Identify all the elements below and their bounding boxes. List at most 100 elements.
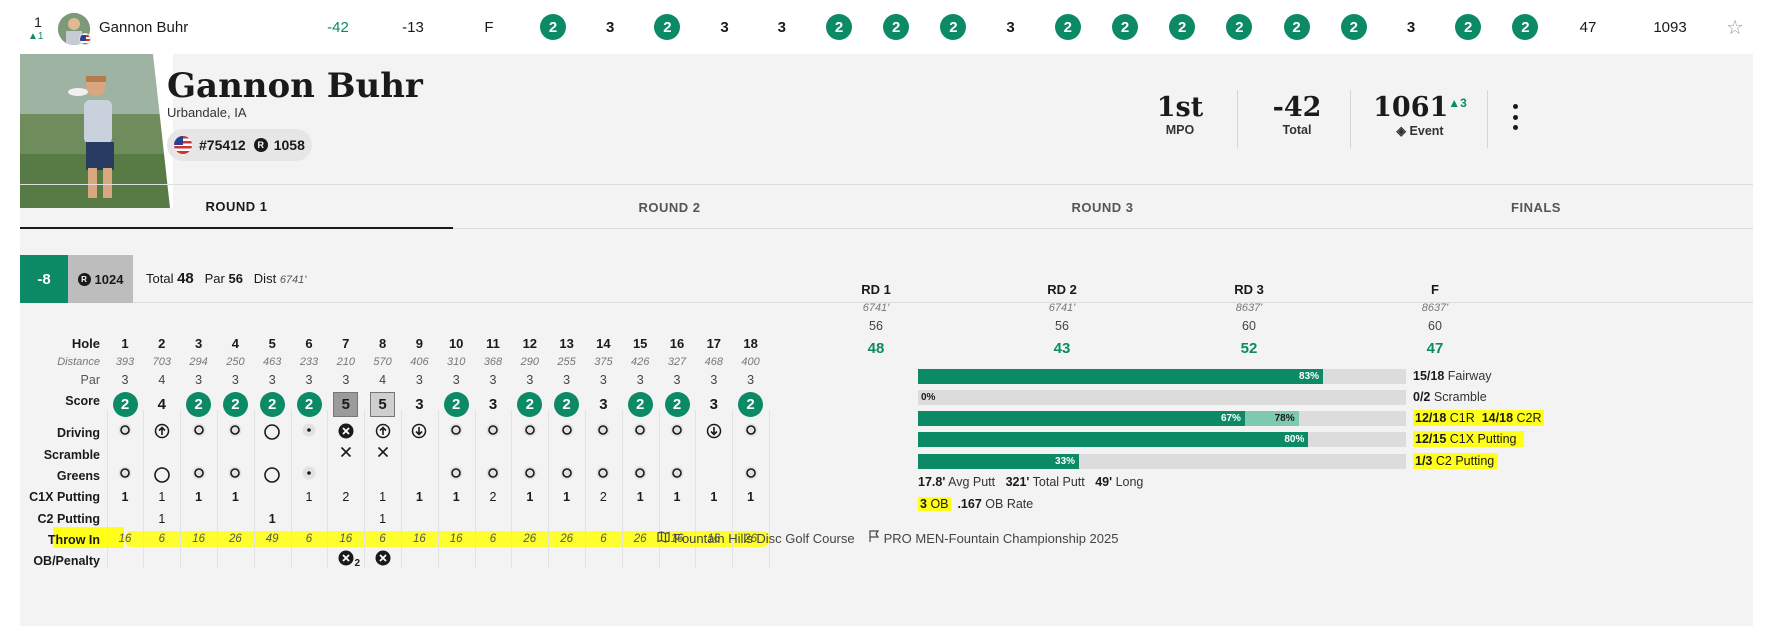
target-icon: [552, 466, 582, 483]
round-tabs: ROUND 1 ROUND 2 ROUND 3 FINALS: [20, 184, 1753, 229]
hole-distance: 310: [447, 356, 466, 368]
hole-score: 3: [709, 396, 718, 413]
throw-in-distance: 16: [449, 533, 463, 545]
top-hole-score: 2: [1110, 0, 1140, 54]
round-col-label: F: [1431, 282, 1439, 297]
rating-icon: R: [253, 138, 268, 152]
hole-score: 2: [625, 392, 655, 417]
fairway-bar: 83%: [918, 369, 1406, 384]
hole-distance: 327: [667, 356, 687, 368]
hole-score: 3: [599, 396, 608, 413]
hole-score: 3: [415, 396, 424, 413]
dot-icon: [294, 466, 324, 483]
label-ob-penalty: OB/Penalty: [33, 554, 100, 568]
label-scramble: Scramble: [43, 448, 100, 462]
hole-score: 2: [220, 392, 250, 417]
label-c2-putting: C2 Putting: [37, 512, 101, 526]
target-icon: [478, 423, 508, 443]
top-hole-score: 2: [1053, 0, 1083, 54]
top-hole-score: 2: [1510, 0, 1540, 54]
leaderboard-row[interactable]: 1 ▲1 Gannon Buhr -42 -13 F 2323322232222…: [0, 0, 1770, 54]
top-hole-score: 2: [1167, 0, 1197, 54]
throw-in-distance: 49: [265, 533, 279, 545]
hole-number: 15: [632, 336, 648, 351]
label-c1x-putting: C1X Putting: [29, 490, 100, 504]
throw-in-distance: 16: [339, 533, 353, 545]
c1x-putts: 1: [121, 490, 129, 504]
event-link[interactable]: PRO MEN-Fountain Championship 2025: [884, 531, 1119, 546]
hole-number: 6: [305, 336, 313, 351]
up-arrow-icon: [147, 423, 177, 443]
pdga-number: #75412: [199, 137, 246, 153]
hole-score: 2: [552, 392, 582, 417]
hole-number: 4: [231, 336, 239, 351]
target-icon: [588, 466, 618, 483]
top-hole-score: 3: [1406, 18, 1416, 36]
round-rating-badge: R 1024: [68, 255, 133, 303]
target-icon: [110, 423, 140, 443]
label-distance: Distance: [57, 356, 100, 368]
round-col-label: RD 3: [1234, 282, 1264, 297]
up-triangle-icon: ▲: [28, 31, 38, 42]
round-col-par: 60: [1428, 319, 1442, 333]
c2-bar: 33%: [918, 454, 1406, 469]
grid-line: [548, 410, 550, 568]
grid-line: [511, 410, 513, 568]
throw-in-distance: 16: [412, 533, 426, 545]
round-col-distance: 6741': [862, 302, 890, 314]
tab-round-2[interactable]: ROUND 2: [453, 185, 886, 229]
tab-finals[interactable]: FINALS: [1319, 185, 1753, 229]
c1x-putts: 1: [747, 490, 755, 504]
star-icon[interactable]: ☆: [1720, 0, 1750, 54]
player-name-link[interactable]: Gannon Buhr: [99, 19, 188, 36]
top-hole-score: 2: [1339, 0, 1369, 54]
hole-score: 2: [441, 392, 471, 417]
hole-distance: 393: [115, 356, 135, 368]
c1x-putts: 1: [563, 490, 571, 504]
round-col-par: 56: [869, 319, 883, 333]
hole-score: 4: [157, 396, 166, 413]
player-rating: 1058: [273, 137, 305, 153]
round-col-score: 43: [1053, 340, 1071, 357]
top-hole-score: 3: [606, 18, 615, 36]
grid-line: [217, 410, 218, 568]
top-hole-score: 3: [720, 18, 729, 36]
footer: Fountain Hills Disc Golf Course PRO MEN-…: [657, 530, 1118, 546]
hole-distance: 294: [189, 356, 208, 368]
hole-distance: 233: [299, 356, 319, 368]
c1x-putts: 2: [342, 490, 350, 504]
c2-putts: 1: [268, 512, 276, 526]
more-menu-icon[interactable]: [1505, 104, 1525, 130]
hole-score: 2: [294, 392, 324, 417]
tab-round-1[interactable]: ROUND 1: [20, 185, 453, 229]
round-col-par: 56: [1055, 319, 1069, 333]
c1x-putts: 1: [379, 490, 387, 504]
target-icon: [184, 423, 214, 443]
c1x-putts: 1: [526, 490, 534, 504]
x-icon: [331, 446, 361, 461]
c1x-putts: 1: [231, 490, 239, 504]
throw-in-distance: 6: [489, 533, 497, 545]
target-icon: [441, 423, 471, 443]
grid-line: [585, 410, 586, 568]
place-stat: 1st MPO: [1156, 92, 1204, 137]
hole-score: 2: [662, 392, 692, 417]
target-icon: [515, 423, 545, 443]
hole-par: 3: [563, 373, 571, 387]
hole-score: 3: [488, 396, 498, 413]
hole-distance: 400: [741, 356, 760, 368]
hole-distance: 426: [631, 356, 650, 368]
c2-stat: 1/3 C2 Putting: [1413, 453, 1499, 469]
tab-round-3[interactable]: ROUND 3: [886, 185, 1319, 229]
round-col-par: 60: [1242, 319, 1256, 333]
hole-score: 2: [515, 392, 545, 417]
round-col-label: RD 2: [1047, 282, 1077, 297]
hole-number: 18: [743, 336, 758, 351]
scramble-bar: 0%: [918, 390, 1406, 405]
course-link[interactable]: Fountain Hills Disc Golf Course: [674, 531, 855, 546]
throw-in-distance: 16: [192, 533, 205, 545]
throw-in-distance: 26: [228, 533, 242, 545]
hole-number: 1: [121, 336, 129, 351]
total-score: -42: [327, 18, 349, 36]
flag-outline-icon: [868, 530, 880, 546]
